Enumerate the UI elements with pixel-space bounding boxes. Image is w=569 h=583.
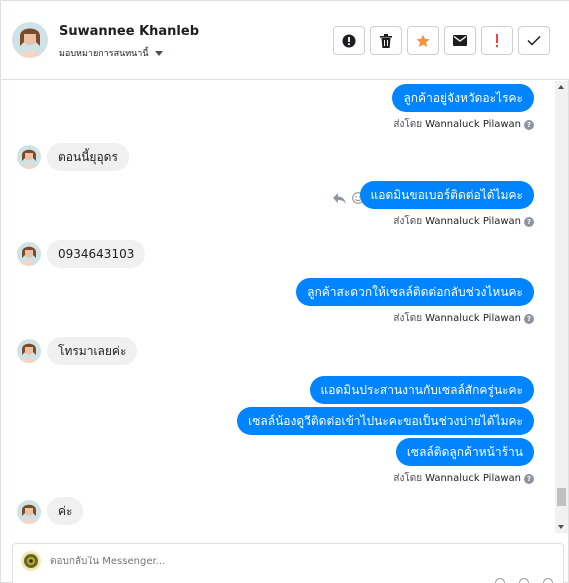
message-bubble-outgoing[interactable]: ลูกค้าสะดวกให้เซลล์ติดต่อกลับช่วงไหนคะ <box>296 278 534 306</box>
follow-up-button[interactable] <box>481 26 513 55</box>
contact-avatar[interactable] <box>12 22 48 58</box>
mark-spam-button[interactable] <box>333 26 365 55</box>
info-icon[interactable]: ? <box>524 216 534 227</box>
alert-circle-icon <box>342 34 356 47</box>
message-bubble-outgoing[interactable]: เซลล์น้องดูวีติดต่อเข้าไปนะคะขอเป็นช่วงบ… <box>237 407 534 435</box>
trash-icon <box>380 33 392 48</box>
star-icon <box>416 34 430 47</box>
sent-by-label: ส่งโดย Wannaluck Pilawan ? <box>393 214 534 229</box>
message-bubble-incoming[interactable]: ค่ะ <box>47 497 84 525</box>
composer-tools <box>495 578 553 583</box>
message-list: ลูกค้าอยู่จังหวัดอะไรคะ ส่งโดย Wannaluck… <box>1 81 557 533</box>
contact-avatar-small <box>17 339 41 363</box>
mark-unread-button[interactable] <box>444 26 476 55</box>
scroll-up-arrow-icon[interactable] <box>558 85 564 89</box>
info-icon[interactable]: ? <box>524 473 534 484</box>
star-button[interactable] <box>407 26 439 55</box>
delete-button[interactable] <box>370 26 402 55</box>
message-bubble-incoming[interactable]: โทรมาเลยค่ะ <box>47 337 138 365</box>
header-actions <box>333 26 550 55</box>
reply-icon[interactable] <box>333 192 346 204</box>
contact-avatar-small <box>17 500 41 524</box>
info-icon[interactable]: ? <box>524 313 534 324</box>
gif-icon[interactable] <box>543 578 553 583</box>
message-bubble-incoming[interactable]: ตอนนี้ยุอุดร <box>47 143 129 171</box>
assign-conversation-dropdown[interactable]: มอบหมายการสนทนานี้ <box>59 46 163 60</box>
scroll-down-arrow-icon[interactable] <box>558 525 564 529</box>
sent-by-label: ส่งโดย Wannaluck Pilawan ? <box>393 471 534 486</box>
exclamation-icon <box>496 33 498 47</box>
sent-by-label: ส่งโดย Wannaluck Pilawan ? <box>393 311 534 326</box>
mail-icon <box>453 35 467 46</box>
scrollbar-thumb[interactable] <box>557 488 566 506</box>
message-bubble-incoming[interactable]: 0934643103 <box>47 240 146 268</box>
message-bubble-outgoing[interactable]: แอดมินประสานงานกับเซลล์สักครู่นะคะ <box>309 376 534 404</box>
reply-composer <box>12 543 564 583</box>
contact-name: Suwannee Khanleb <box>59 24 200 39</box>
conversation-header: Suwannee Khanleb มอบหมายการสนทนานี้ <box>1 1 569 80</box>
message-bubble-outgoing[interactable]: เซลล์ติดลูกค้าหน้าร้าน <box>395 438 534 466</box>
caret-down-icon <box>154 50 163 56</box>
mark-done-button[interactable] <box>518 26 550 55</box>
assign-label: มอบหมายการสนทนานี้ <box>59 49 149 59</box>
conversation-panel: Suwannee Khanleb มอบหมายการสนทนานี้ ลูกค… <box>0 0 569 583</box>
emoji-icon[interactable] <box>495 578 505 583</box>
info-icon[interactable]: ? <box>524 119 534 130</box>
message-bubble-outgoing[interactable]: แอดมินขอเบอร์ติดต่อได้ไมคะ <box>359 181 534 209</box>
contact-avatar-small <box>17 242 41 266</box>
sent-by-label: ส่งโดย Wannaluck Pilawan ? <box>393 117 534 132</box>
contact-avatar-small <box>17 145 41 169</box>
page-avatar <box>21 551 41 571</box>
check-icon <box>527 35 541 46</box>
message-bubble-outgoing[interactable]: ลูกค้าอยู่จังหวัดอะไรคะ <box>392 84 534 112</box>
attachment-icon[interactable] <box>519 578 529 583</box>
message-scrollbar[interactable] <box>555 81 568 533</box>
reply-input[interactable] <box>50 556 450 567</box>
